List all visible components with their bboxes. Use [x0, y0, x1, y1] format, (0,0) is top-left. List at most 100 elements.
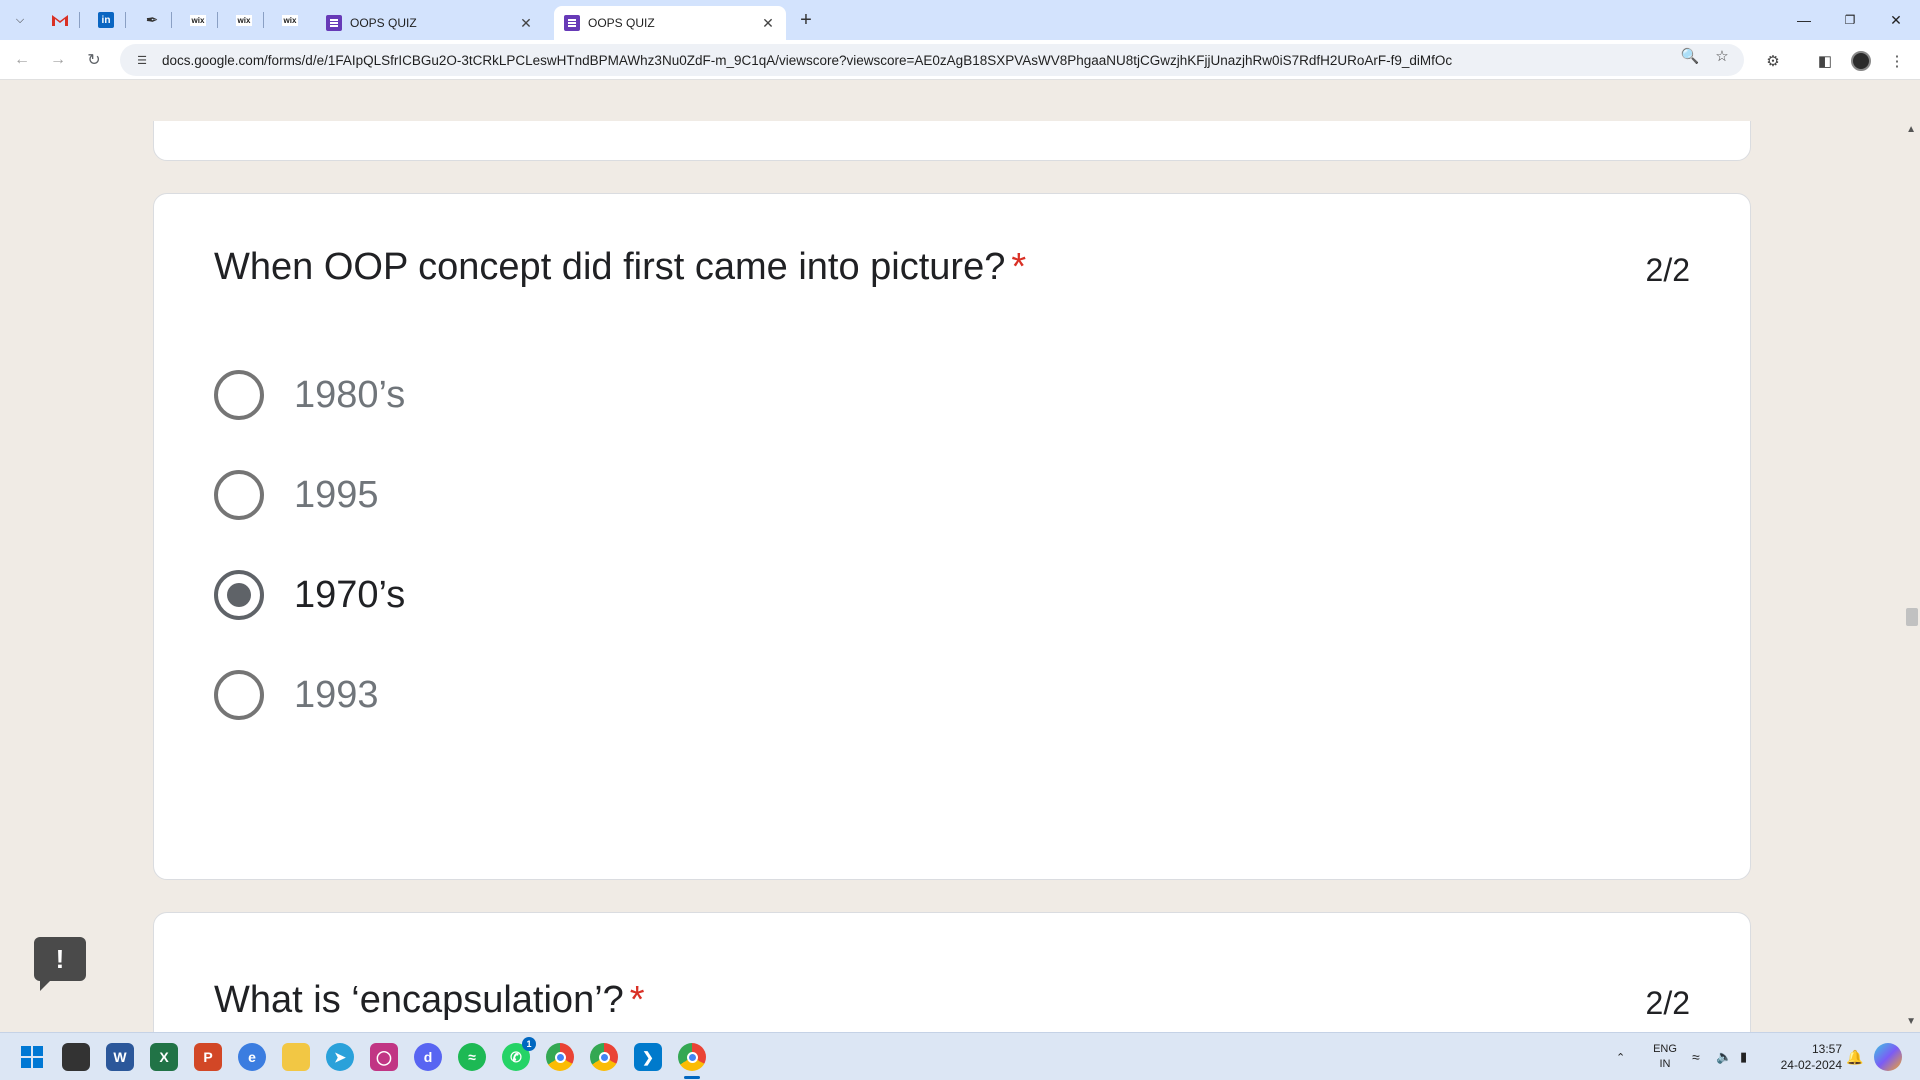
previous-question-card — [153, 121, 1751, 161]
clock-time: 13:57 — [1811, 1042, 1842, 1056]
copilot-icon[interactable] — [1874, 1043, 1902, 1071]
menu-dots-icon[interactable]: ⋮ — [1886, 52, 1908, 70]
question-score: 2/2 — [1645, 985, 1690, 1021]
volume-icon[interactable]: 🔈 — [1716, 1033, 1732, 1080]
tab-title: OOPS QUIZ — [588, 16, 655, 30]
chrome-icon[interactable] — [546, 1043, 574, 1071]
spotify-icon[interactable]: ≈ — [458, 1043, 486, 1071]
chrome-active-icon[interactable] — [678, 1043, 706, 1071]
arrow-right-icon: → — [50, 51, 66, 68]
tab-strip: ⌵ in ✒ wix wix wix OOPS QUIZ ✕ OOPS QUIZ… — [0, 0, 1920, 40]
wix-icon: wix — [235, 14, 253, 26]
tray-overflow-chevron-icon[interactable]: ⌃ — [1616, 1033, 1625, 1080]
close-icon: ✕ — [1890, 11, 1902, 28]
instagram-icon[interactable]: ◯ — [370, 1043, 398, 1071]
pinned-tab-pen[interactable]: ✒ — [132, 8, 172, 32]
minimize-icon: — — [1797, 12, 1811, 28]
tab-oops-quiz-2[interactable]: OOPS QUIZ ✕ — [554, 6, 786, 40]
tab-search-button[interactable]: ⌵ — [8, 8, 32, 32]
site-info-icon[interactable]: ☰ — [134, 52, 150, 68]
word-icon[interactable]: W — [106, 1043, 134, 1071]
required-mark: * — [629, 979, 645, 1021]
radio-button-checked[interactable] — [214, 570, 264, 620]
restore-button[interactable]: ❐ — [1827, 0, 1873, 40]
zoom-icon[interactable]: 🔍 — [1680, 48, 1700, 65]
question-card: What is ‘encapsulation’? * 2/2 — [153, 912, 1751, 1032]
file-explorer-icon[interactable] — [282, 1043, 310, 1071]
google-forms-icon — [564, 15, 580, 31]
reload-icon: ↻ — [87, 52, 101, 69]
vscode-icon[interactable]: ❯ — [634, 1043, 662, 1071]
url-text[interactable]: docs.google.com/forms/d/e/1FAIpQLSfrICBG… — [162, 53, 1622, 68]
whatsapp-icon[interactable]: ✆ 1 — [502, 1037, 536, 1071]
side-panel-icon[interactable]: ◧ — [1814, 52, 1836, 70]
pinned-tab-wix-1[interactable]: wix — [178, 8, 218, 32]
scrollbar-thumb[interactable] — [1906, 608, 1918, 626]
option-label: 1993 — [294, 673, 379, 716]
gmail-icon — [52, 15, 68, 26]
back-button[interactable]: ← — [10, 48, 34, 72]
region-code: IN — [1659, 1058, 1671, 1070]
pinned-tab-linkedin[interactable]: in — [86, 8, 126, 32]
scroll-up-arrow-icon[interactable]: ▲ — [1906, 124, 1916, 135]
option-label: 1980’s — [294, 373, 406, 416]
pen-icon: ✒ — [145, 12, 159, 29]
battery-icon[interactable]: ▮ — [1740, 1033, 1747, 1080]
address-bar[interactable]: ☰ docs.google.com/forms/d/e/1FAIpQLSfrIC… — [120, 44, 1744, 76]
file-icon[interactable] — [62, 1043, 90, 1071]
question-text: What is ‘encapsulation’? — [214, 979, 624, 1021]
forward-button[interactable]: → — [46, 48, 70, 72]
chrome-profile-icon[interactable] — [590, 1043, 618, 1071]
wix-icon: wix — [281, 14, 299, 26]
option-radio[interactable]: 1993 — [214, 667, 379, 723]
language-code: ENG — [1653, 1043, 1677, 1055]
extensions-icon[interactable]: ⚙ — [1762, 52, 1784, 70]
pinned-tab-gmail[interactable] — [40, 8, 80, 32]
option-label: 1970’s — [294, 573, 406, 616]
language-indicator[interactable]: ENG IN — [1650, 1042, 1680, 1072]
google-forms-icon — [326, 15, 342, 31]
scroll-down-arrow-icon[interactable]: ▼ — [1906, 1016, 1916, 1027]
question-text: When OOP concept did first came into pic… — [214, 246, 1006, 288]
notification-bell-icon[interactable]: 🔔 — [1846, 1033, 1863, 1080]
bookmark-star-icon[interactable]: ☆ — [1712, 48, 1732, 65]
browser-toolbar: ← → ↻ ☰ docs.google.com/forms/d/e/1FAIpQ… — [0, 40, 1920, 80]
feedback-button[interactable]: ! — [34, 937, 86, 991]
radio-button[interactable] — [214, 670, 264, 720]
pinned-tab-wix-2[interactable]: wix — [224, 8, 264, 32]
excel-icon[interactable]: X — [150, 1043, 178, 1071]
new-tab-button[interactable]: + — [794, 8, 818, 32]
close-icon[interactable]: ✕ — [518, 15, 534, 31]
profile-avatar[interactable] — [1851, 51, 1871, 71]
radio-button[interactable] — [214, 370, 264, 420]
question-title: What is ‘encapsulation’? * — [214, 979, 645, 1022]
notification-badge: 1 — [522, 1037, 536, 1051]
plus-icon: + — [800, 8, 812, 31]
option-radio-selected[interactable]: 1970’s — [214, 567, 405, 623]
powerpoint-icon[interactable]: P — [194, 1043, 222, 1071]
chevron-down-icon: ⌵ — [15, 13, 25, 26]
feedback-icon: ! — [55, 943, 65, 974]
windows-start-icon[interactable] — [18, 1043, 46, 1071]
active-app-indicator — [684, 1076, 700, 1079]
close-window-button[interactable]: ✕ — [1873, 0, 1919, 40]
taskbar: W X P e ➤ ◯ d ≈ ✆ 1 ❯ ⌃ ENG IN ≈ 🔈 ▮ 13:… — [0, 1032, 1920, 1080]
wix-icon: wix — [189, 14, 207, 26]
restore-icon: ❐ — [1844, 13, 1856, 27]
option-radio[interactable]: 1980’s — [214, 367, 405, 423]
wifi-icon[interactable]: ≈ — [1692, 1033, 1700, 1080]
linkedin-icon: in — [98, 12, 114, 28]
discord-icon[interactable]: d — [414, 1043, 442, 1071]
question-title: When OOP concept did first came into pic… — [214, 246, 1026, 289]
telegram-icon[interactable]: ➤ — [326, 1043, 354, 1071]
clock-date: 24-02-2024 — [1780, 1058, 1842, 1072]
edge-icon[interactable]: e — [238, 1043, 266, 1071]
tab-oops-quiz-1[interactable]: OOPS QUIZ ✕ — [316, 6, 544, 40]
system-clock[interactable]: 13:57 24-02-2024 — [1772, 1041, 1842, 1073]
pinned-tab-wix-3[interactable]: wix — [270, 8, 310, 32]
radio-button[interactable] — [214, 470, 264, 520]
close-icon[interactable]: ✕ — [760, 15, 776, 31]
reload-button[interactable]: ↻ — [82, 48, 106, 72]
minimize-button[interactable]: — — [1781, 0, 1827, 40]
option-radio[interactable]: 1995 — [214, 467, 379, 523]
